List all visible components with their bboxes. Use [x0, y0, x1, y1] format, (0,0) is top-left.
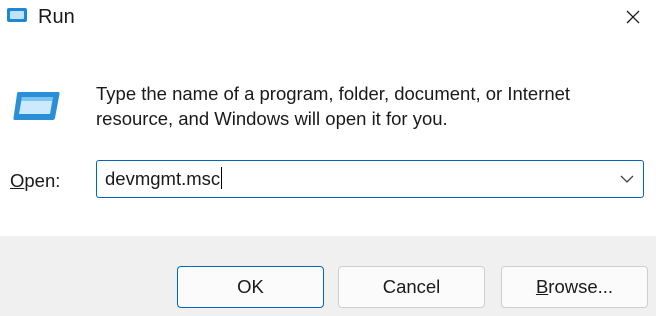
open-combobox[interactable]: devmgmt.msc	[96, 160, 644, 198]
text-caret	[221, 167, 223, 189]
ok-button[interactable]: OK	[177, 266, 324, 308]
title-bar: Run	[0, 0, 656, 44]
close-icon	[626, 10, 640, 24]
run-app-icon	[6, 6, 28, 24]
dialog-footer: OK Cancel Browse...	[0, 236, 656, 316]
dropdown-button[interactable]	[617, 169, 637, 189]
cancel-button[interactable]: Cancel	[338, 266, 485, 308]
open-input[interactable]: devmgmt.msc	[105, 167, 223, 191]
browse-button[interactable]: Browse...	[501, 266, 648, 308]
window-title: Run	[38, 6, 75, 28]
close-button[interactable]	[610, 0, 656, 34]
run-icon	[12, 89, 62, 121]
dialog-description: Type the name of a program, folder, docu…	[96, 83, 571, 129]
open-label-mnemonic: O	[10, 170, 25, 191]
chevron-down-icon	[620, 175, 634, 183]
open-input-value: devmgmt.msc	[105, 168, 221, 189]
browse-mnemonic: B	[535, 276, 549, 297]
open-label-rest: pen:	[24, 170, 61, 191]
open-label: Open:	[10, 169, 60, 193]
browse-label-rest: rowse...	[548, 276, 614, 297]
dialog-content: Type the name of a program, folder, docu…	[0, 44, 656, 236]
